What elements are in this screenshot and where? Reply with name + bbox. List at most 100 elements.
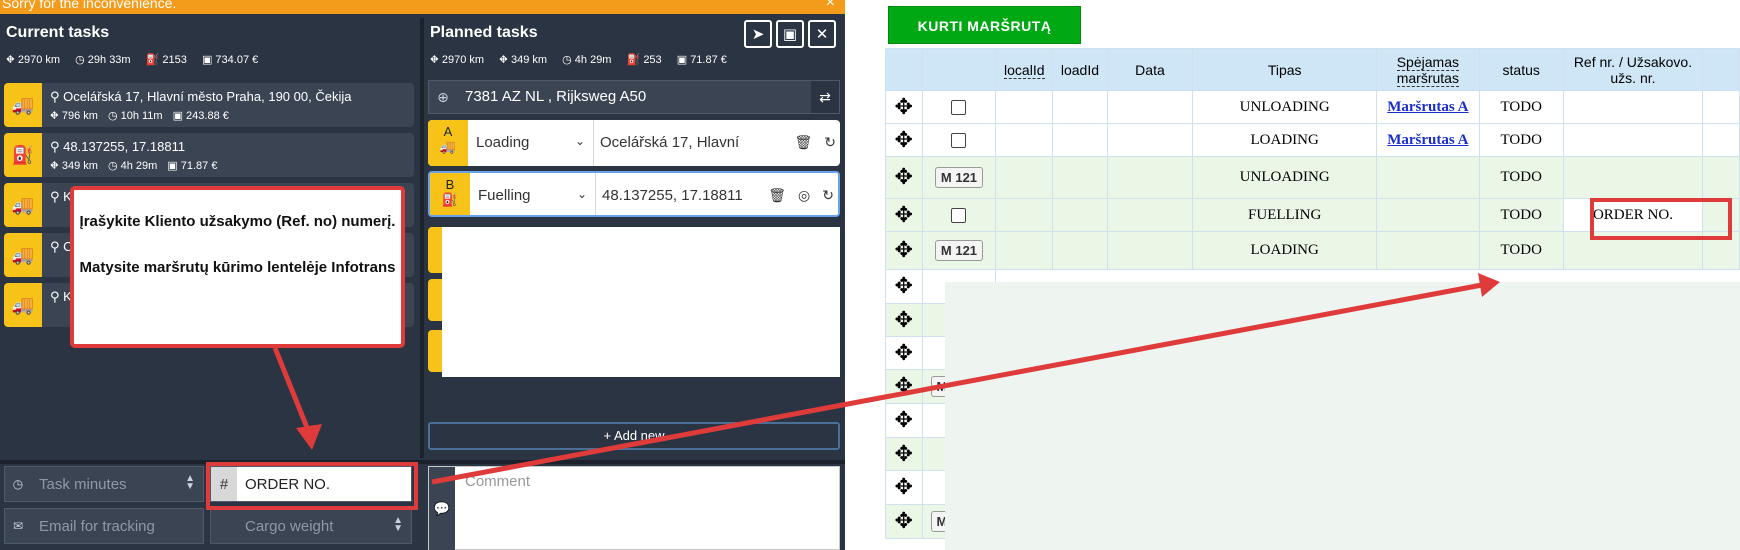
spinner-icon[interactable]: ▲ ▼	[393, 516, 403, 534]
task-card[interactable]: ⛽ ⚲ 48.137255, 17.18811 ⛖ 349 km ◷ 4h 29m…	[4, 133, 414, 177]
email-input[interactable]: Email for tracking	[39, 518, 155, 535]
stop-address-input[interactable]: 48.137255, 17.18811	[596, 173, 744, 215]
undo-icon[interactable]: ↻	[822, 187, 834, 203]
col-select	[921, 48, 997, 91]
road-icon: ⛖ 2970 km	[6, 54, 61, 66]
stop-actions: 🗑 ◎ ↻	[756, 187, 834, 204]
fuel-pump-icon: ⛽	[4, 133, 42, 177]
spinner-icon[interactable]: ▲ ▼	[185, 474, 195, 492]
trash-icon[interactable]: 🗑	[794, 134, 812, 150]
truck-load-icon: 🚚	[439, 139, 457, 154]
task-minutes-field[interactable]: ◷ Task minutes ▲ ▼	[4, 466, 204, 502]
move-icon[interactable]: ✥	[895, 274, 913, 299]
origin-address-bar[interactable]: ⊕ 7381 AZ NL , Rijksweg A50 ⇄	[428, 80, 840, 114]
section-separator	[0, 460, 845, 464]
route-badge[interactable]: M 121	[934, 167, 984, 188]
banner-text: Sorry for the inconvenience.	[2, 0, 177, 11]
row-checkbox[interactable]	[951, 132, 967, 148]
route-link[interactable]: Maršrutas A	[1387, 132, 1468, 148]
task-title: ⚲ 48.137255, 17.18811	[50, 139, 186, 154]
task-title: ⚲ K	[50, 189, 72, 204]
row-type: UNLOADING	[1192, 90, 1378, 124]
floppy-disk-icon: ▣	[782, 26, 798, 43]
col-localid[interactable]: localId	[995, 48, 1054, 91]
close-button[interactable]: ✕	[808, 20, 836, 48]
ref-highlight	[206, 462, 418, 510]
row-status: TODO	[1478, 90, 1564, 124]
row-status: TODO	[1478, 123, 1564, 157]
email-field[interactable]: ✉ Email for tracking	[4, 508, 204, 544]
col-route[interactable]: Spėjamas maršrutas	[1376, 48, 1480, 91]
truck-load-icon: 🚚	[4, 283, 42, 327]
move-icon[interactable]: ✥	[895, 203, 913, 228]
col-data[interactable]: Data	[1106, 48, 1194, 91]
move-icon[interactable]: ✥	[895, 475, 913, 500]
add-new-button[interactable]: + Add new	[428, 422, 840, 450]
close-icon[interactable]: ×	[826, 0, 835, 14]
stop-actions: 🗑 ↻	[782, 134, 836, 151]
move-icon[interactable]: ✥	[895, 442, 913, 467]
task-minutes-input[interactable]: Task minutes	[39, 476, 127, 493]
route-link[interactable]: Maršrutas A	[1387, 99, 1468, 115]
stop-address-input[interactable]: Ocelářská 17, Hlavní mės	[594, 120, 742, 166]
row-status: TODO	[1478, 156, 1564, 199]
stop-type-select[interactable]: Loading ⌄	[470, 120, 594, 166]
row-type: FUELLING	[1192, 198, 1378, 232]
truck-unload-icon: 🚚	[4, 83, 42, 127]
trash-icon[interactable]: 🗑	[768, 187, 786, 203]
chevron-down-icon: ⌄	[576, 187, 587, 201]
stop-list-area	[442, 227, 840, 377]
weight-icon	[211, 509, 237, 543]
route-badge[interactable]: M 121	[934, 240, 984, 261]
task-app: Sorry for the inconvenience. × Current t…	[0, 0, 845, 550]
move-icon[interactable]: ✥	[895, 374, 913, 399]
chevron-down-icon: ⌄	[574, 134, 585, 148]
table-row[interactable]: ✥ UNLOADING Maršrutas A TODO	[885, 90, 1740, 124]
clock-icon: ◷	[12, 477, 24, 491]
shuffle-icon[interactable]: ⇄	[811, 81, 839, 113]
close-icon: ✕	[815, 26, 829, 43]
col-status[interactable]: status	[1478, 48, 1564, 91]
cargo-weight-field[interactable]: Cargo weight ▲ ▼	[210, 508, 412, 544]
screenshot: Sorry for the inconvenience. × Current t…	[0, 0, 1740, 550]
save-button[interactable]: ▣	[776, 20, 804, 48]
create-route-button[interactable]: KURTI MARŠRUTĄ	[888, 6, 1081, 44]
send-button[interactable]: ➤	[744, 20, 772, 48]
crosshair-icon: ⊕	[437, 88, 449, 105]
table-row[interactable]: ✥ M 121 UNLOADING TODO	[885, 156, 1740, 199]
task-meta: ⛖ 796 km ◷ 10h 11m ▣ 243.88 €	[50, 110, 229, 122]
cargo-weight-input[interactable]: Cargo weight	[245, 518, 333, 535]
move-icon[interactable]: ✥	[895, 509, 913, 534]
row-checkbox[interactable]	[951, 207, 967, 223]
col-tipas[interactable]: Tipas	[1192, 48, 1378, 91]
warning-banner: Sorry for the inconvenience. ×	[0, 0, 845, 14]
row-checkbox[interactable]	[951, 99, 967, 115]
target-icon[interactable]: ◎	[798, 187, 810, 203]
move-icon[interactable]: ✥	[895, 95, 913, 120]
move-icon[interactable]: ✥	[895, 238, 913, 263]
task-card[interactable]: 🚚 ⚲ Ocelářská 17, Hlavní město Praha, 19…	[4, 83, 414, 127]
task-title: ⚲ K	[50, 289, 72, 304]
comment-field[interactable]: 💬 Comment	[428, 466, 840, 550]
truck-load-icon: 🚚	[4, 233, 42, 277]
col-loadid[interactable]: loadId	[1052, 48, 1108, 91]
comment-input[interactable]: Comment	[465, 473, 530, 490]
blank-overlay	[945, 282, 1740, 550]
stop-type-select[interactable]: Fuelling ⌄	[472, 173, 596, 215]
table-row[interactable]: ✥ LOADING Maršrutas A TODO	[885, 123, 1740, 157]
route-stop-b[interactable]: B ⛽ Fuelling ⌄ 48.137255, 17.18811 🗑 ◎ ↻	[428, 171, 840, 217]
col-ref[interactable]: Ref nr. / Užsakovo. užs. nr.	[1562, 48, 1703, 91]
planned-summary: ⛖ 2970 km ⛖ 349 km ◷ 4h 29m ⛽ 253 ▣ 71.8…	[430, 54, 727, 66]
move-icon[interactable]: ✥	[895, 165, 913, 190]
route-stop-a[interactable]: A🚚 Loading⌄ Ocelářská 17, Hlavní mės 🗑↻	[428, 120, 840, 166]
clock-icon: ◷ 29h 33m	[75, 54, 131, 66]
move-icon[interactable]: ✥	[895, 341, 913, 366]
undo-icon[interactable]: ↻	[824, 134, 836, 150]
move-icon[interactable]: ✥	[895, 308, 913, 333]
col-move	[885, 48, 923, 91]
origin-address: 7381 AZ NL , Rijksweg A50	[465, 88, 647, 105]
move-icon[interactable]: ✥	[895, 128, 913, 153]
move-icon[interactable]: ✥	[895, 408, 913, 433]
row-status: TODO	[1478, 231, 1564, 270]
fuel-icon: ⛽ 2153	[145, 54, 187, 66]
